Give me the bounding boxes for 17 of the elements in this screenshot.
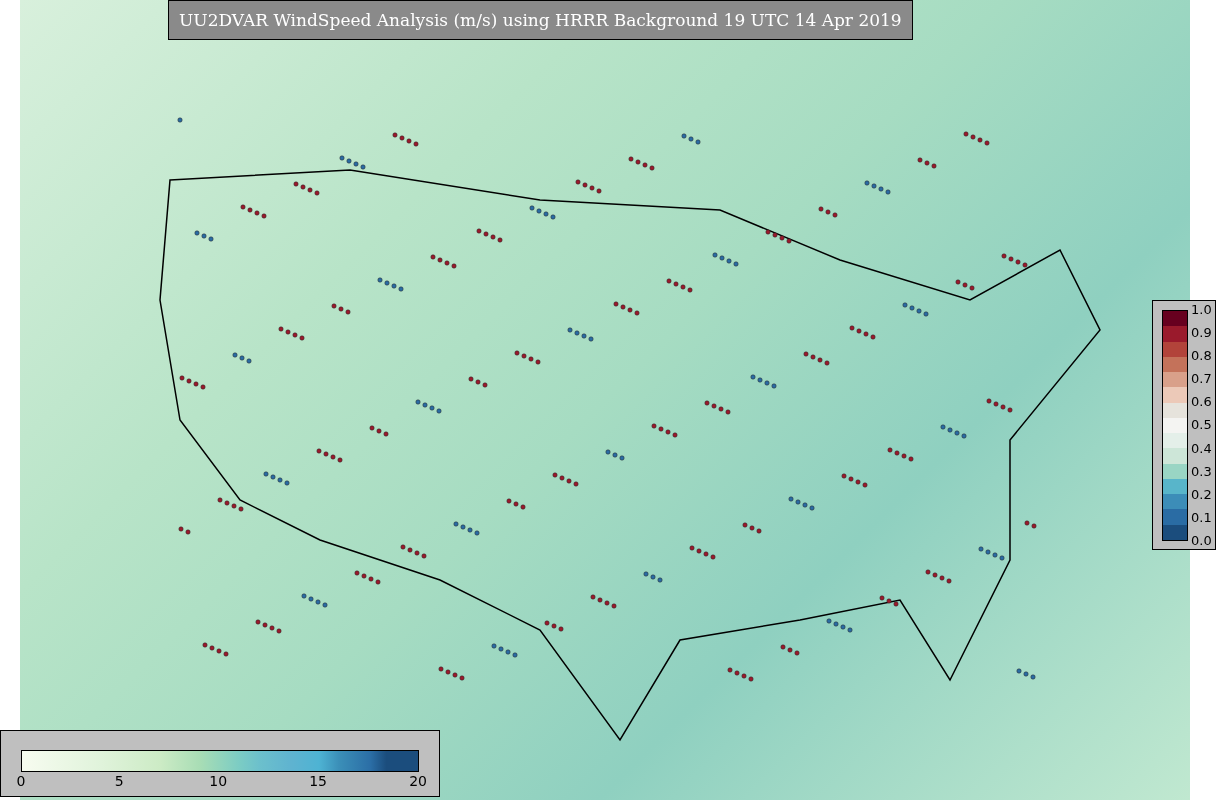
colorbar-tick-label: 5 <box>113 772 125 790</box>
colorbar-tick-label: 0.4 <box>1191 440 1212 457</box>
colorbar-tick-label: 0.8 <box>1191 348 1212 365</box>
colorbar-tick-label: 0.1 <box>1191 509 1212 526</box>
colorbar-tick-label: 20 <box>409 772 427 790</box>
chart-title: UU2DVAR WindSpeed Analysis (m/s) using HRRR Background 19 UTC 14 Apr 2019 <box>168 0 913 40</box>
colorbar-tick-label: 0.3 <box>1191 463 1212 480</box>
colorbar-tick-label: 0.6 <box>1191 394 1212 411</box>
colorbar-tick-label: 0.5 <box>1191 417 1212 434</box>
colorbar-tick-label: 0.7 <box>1191 371 1212 388</box>
colorbar-tick-label: 0 <box>15 772 27 790</box>
colorbar-tick-label: 0.2 <box>1191 486 1212 503</box>
colorbar-tick-label: 15 <box>309 772 328 790</box>
colorbar-tick-label: 0.9 <box>1191 325 1212 342</box>
colorbar-tick-label: 1.0 <box>1191 302 1212 318</box>
colorbar-tick-label: 10 <box>209 772 228 790</box>
colorbar-tick-label: 0.0 <box>1191 532 1212 549</box>
